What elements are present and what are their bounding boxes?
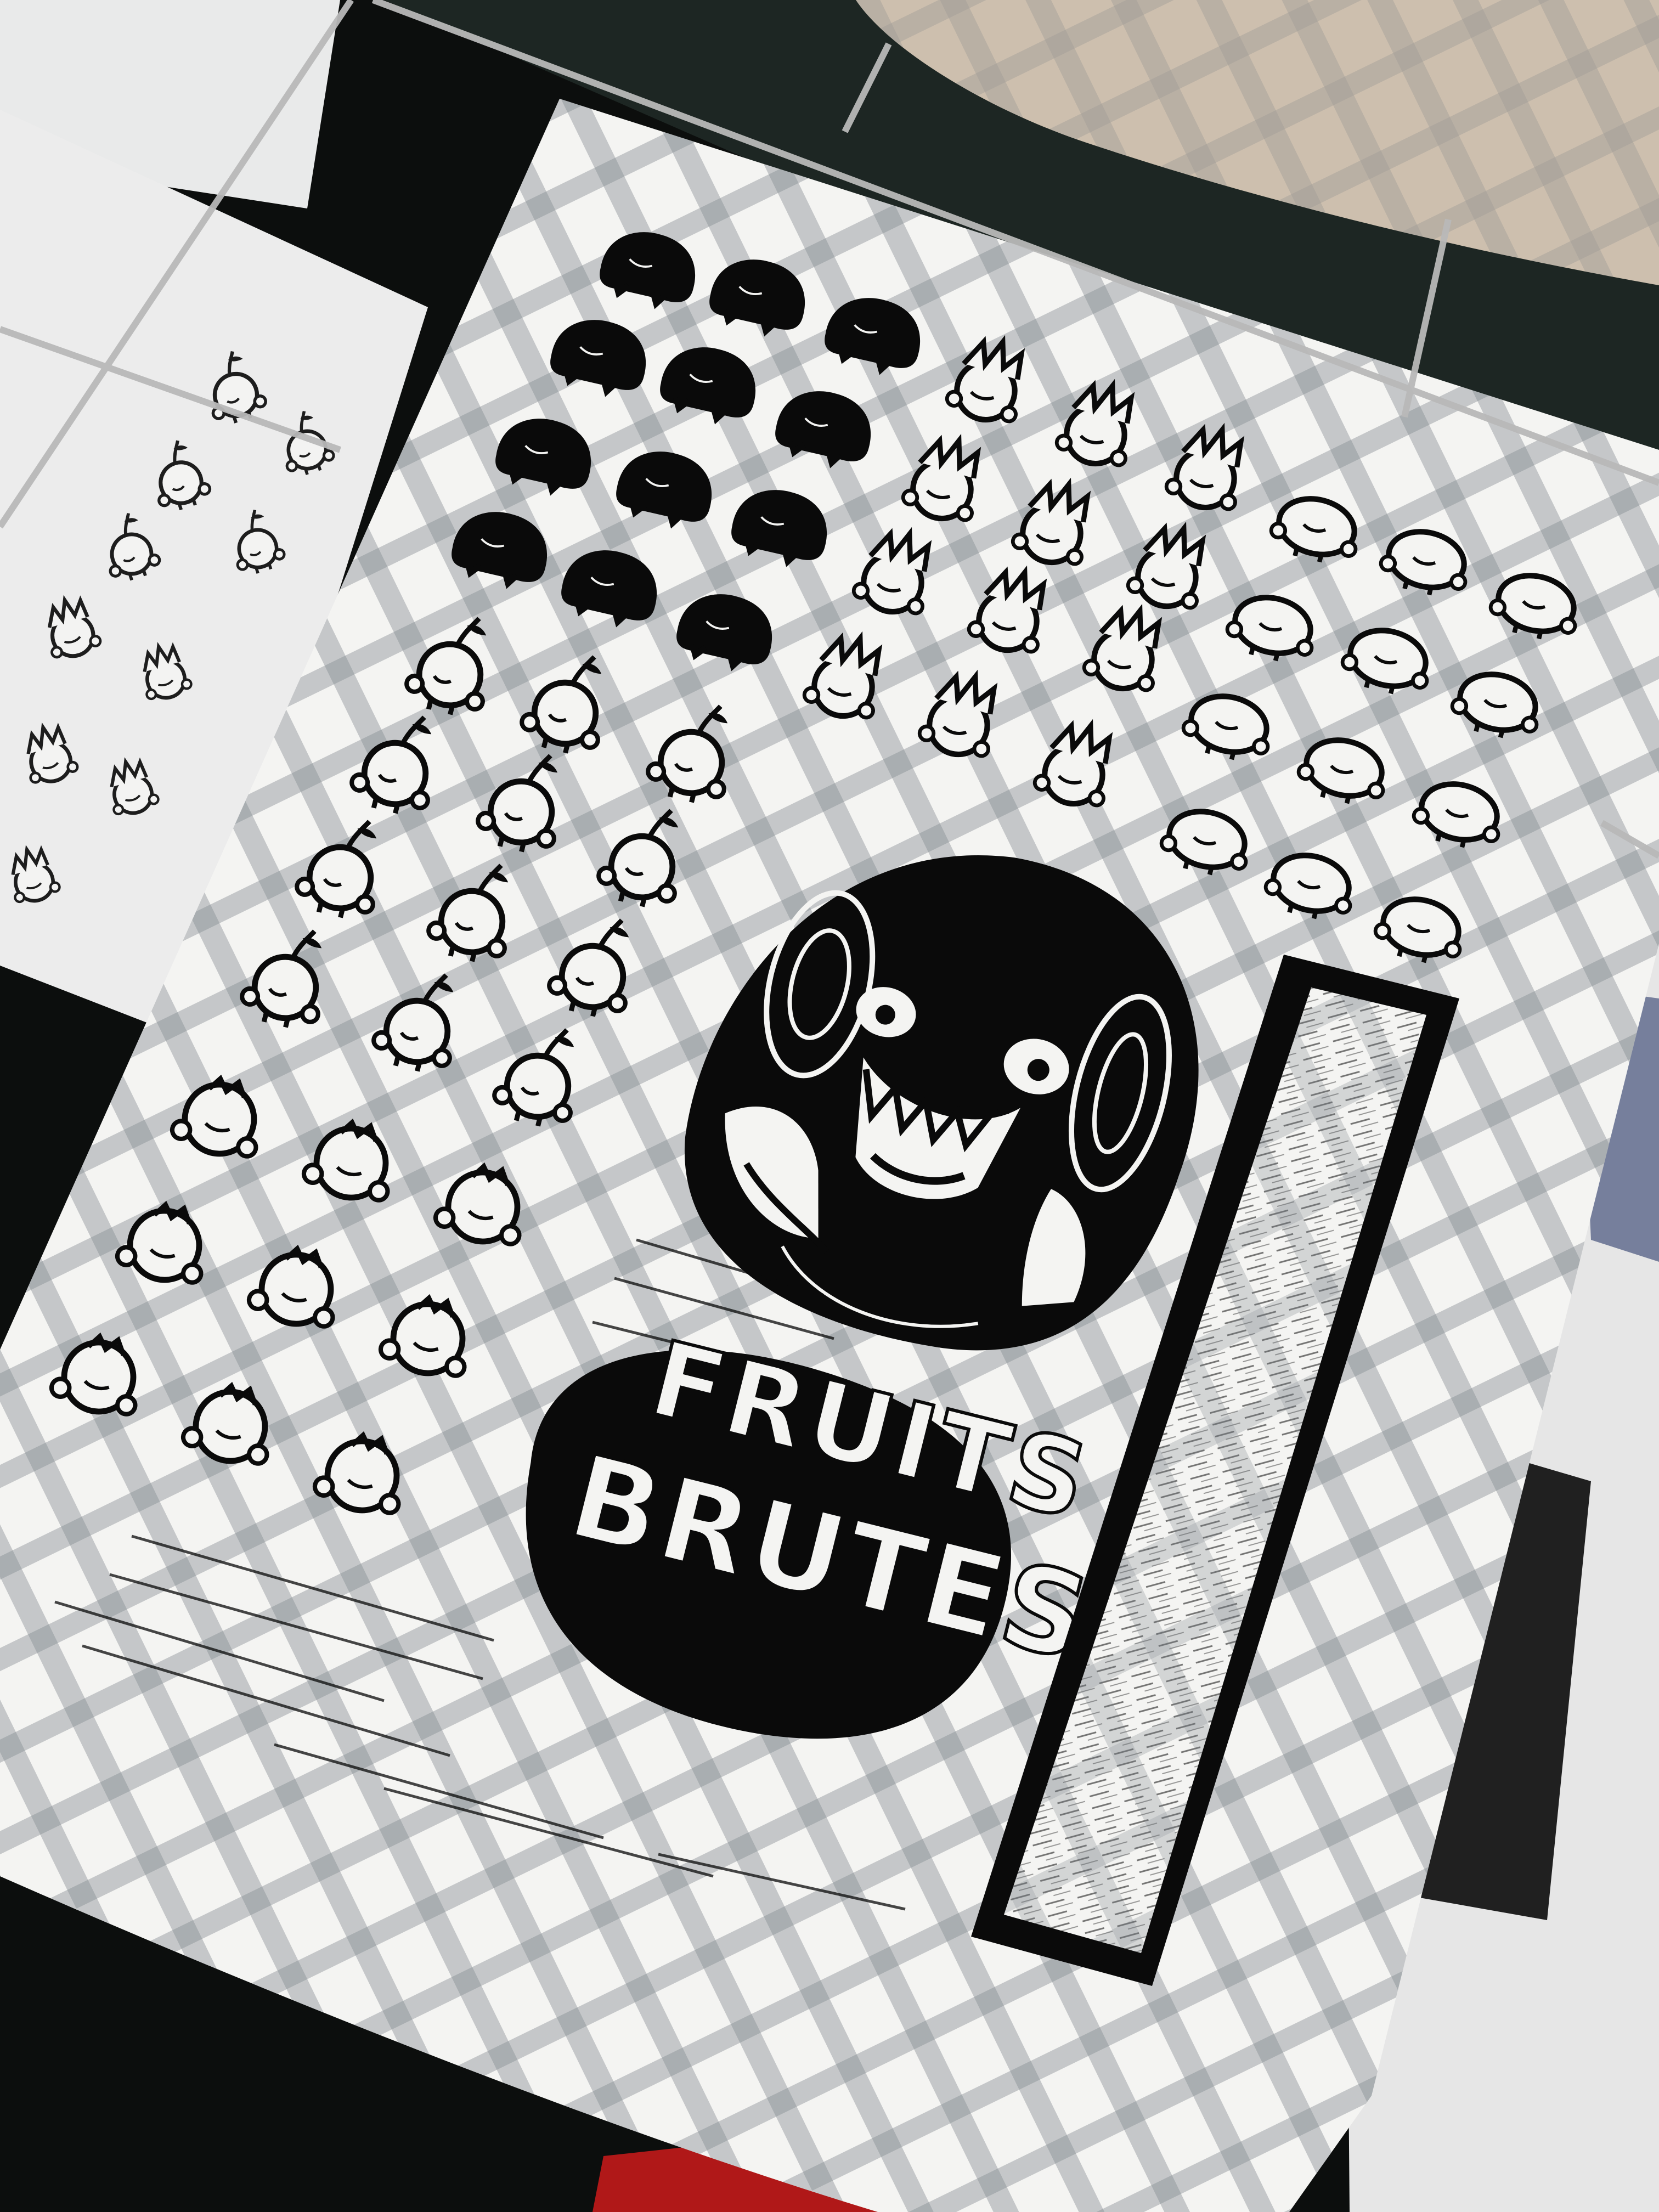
scene-svg: FRUITS BRUTES: [0, 0, 1659, 2212]
photo-scene: FRUITS BRUTES: [0, 0, 1659, 2212]
